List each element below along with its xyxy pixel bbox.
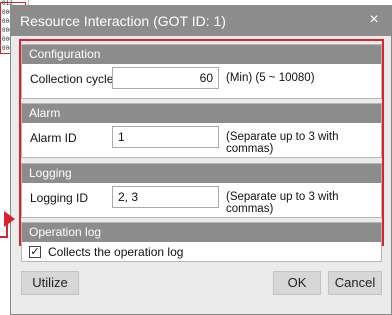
callout-arrow-icon <box>4 211 15 227</box>
alarm-id-hint: (Separate up to 3 with commas) <box>226 131 339 155</box>
collect-operation-log-label[interactable]: Collects the operation log <box>48 245 183 259</box>
logging-header: Logging <box>22 164 381 183</box>
alarm-id-input[interactable]: 1 <box>112 126 219 148</box>
alarm-id-label: Alarm ID <box>30 131 77 145</box>
configuration-header: Configuration <box>22 45 381 64</box>
ok-button[interactable]: OK <box>273 271 321 295</box>
collection-cycle-hint: (Min) (5 ~ 10080) <box>226 72 315 84</box>
resource-interaction-dialog: Resource Interaction (GOT ID: 1) × Confi… <box>10 5 392 315</box>
dialog-titlebar[interactable]: Resource Interaction (GOT ID: 1) × <box>11 6 391 36</box>
operation-log-section: Operation log ✓ Collects the operation l… <box>21 222 382 262</box>
alarm-header: Alarm <box>22 104 381 123</box>
collect-operation-log-checkbox[interactable]: ✓ <box>29 246 41 258</box>
utilize-button[interactable]: Utilize <box>21 271 79 295</box>
operation-log-header: Operation log <box>22 223 381 242</box>
configuration-section: Configuration Collection cycle 60 (Min) … <box>21 44 382 99</box>
cancel-button[interactable]: Cancel <box>328 271 382 295</box>
collection-cycle-label: Collection cycle <box>30 72 114 86</box>
logging-id-input[interactable]: 2, 3 <box>112 186 219 208</box>
alarm-section: Alarm Alarm ID 1 (Separate up to 3 with … <box>21 103 382 158</box>
logging-id-label: Logging ID <box>30 191 89 205</box>
logging-section: Logging Logging ID 2, 3 (Separate up to … <box>21 163 382 218</box>
collection-cycle-input[interactable]: 60 <box>112 67 219 89</box>
dialog-title: Resource Interaction (GOT ID: 1) <box>20 13 226 29</box>
close-icon[interactable]: × <box>365 11 383 29</box>
logging-id-hint: (Separate up to 3 with commas) <box>226 191 339 215</box>
